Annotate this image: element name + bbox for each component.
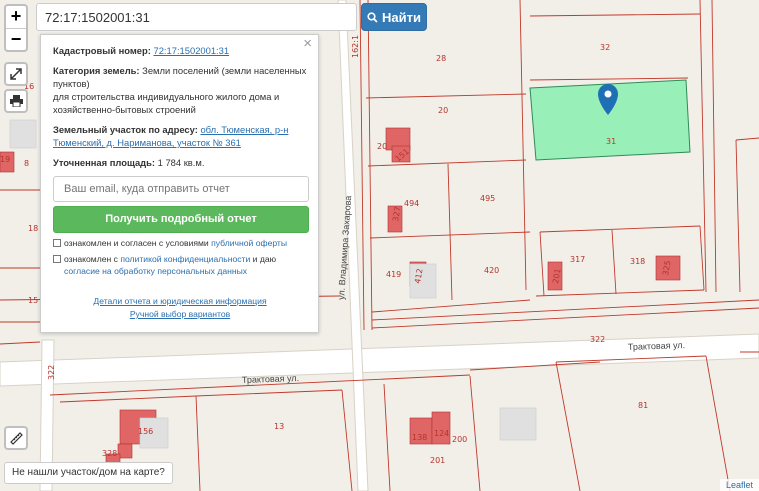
parcel-label: 18 bbox=[28, 224, 38, 233]
category-detail: для строительства индивидуального жилого… bbox=[53, 91, 280, 115]
panel-footer-links: Детали отчета и юридическая информация Р… bbox=[53, 295, 307, 321]
privacy-consent-text: ознакомлен с политикой конфиденциальност… bbox=[64, 254, 277, 276]
cadastral-label: Кадастровый номер: bbox=[53, 45, 151, 56]
parcel-label: 494 bbox=[404, 199, 419, 208]
parcel-label: 138 bbox=[412, 433, 427, 442]
parcel-label: 162:1 bbox=[351, 35, 360, 58]
parcel-label: 15 bbox=[28, 296, 38, 305]
address-row: Земельный участок по адресу: обл. Тюменс… bbox=[53, 123, 307, 149]
parcel-label: 19 bbox=[0, 155, 10, 164]
parcel-label: 32 bbox=[600, 43, 610, 52]
parcel-label: 28 bbox=[436, 54, 446, 63]
search-input[interactable] bbox=[36, 3, 357, 31]
offer-consent-text: ознакомлен и согласен с условиями публич… bbox=[64, 238, 288, 248]
privacy-checkbox[interactable] bbox=[53, 255, 61, 263]
privacy-policy-link[interactable]: политикой конфиденциальности bbox=[120, 254, 250, 264]
parcel-label: 322 bbox=[47, 365, 56, 380]
search-button[interactable]: Найти bbox=[361, 3, 427, 31]
parcel-label: 156 bbox=[138, 427, 153, 436]
cadastral-number-row: Кадастровый номер: 72:17:1502001:31 bbox=[53, 44, 307, 57]
report-details-link[interactable]: Детали отчета и юридическая информация bbox=[53, 295, 307, 308]
parcel-info-panel: × Кадастровый номер: 72:17:1502001:31 Ка… bbox=[40, 34, 319, 333]
data-processing-link[interactable]: согласие на обработку персональных данны… bbox=[64, 266, 247, 276]
parcel-label: 328 bbox=[102, 449, 117, 458]
parcel-label: 317 bbox=[570, 255, 585, 264]
parcel-label: 124 bbox=[434, 429, 449, 438]
parcel-label: 200 bbox=[452, 435, 467, 444]
area-value: 1 784 кв.м. bbox=[157, 157, 205, 168]
parcel-label: 420 bbox=[484, 266, 499, 275]
cadastral-number-link[interactable]: 72:17:1502001:31 bbox=[153, 45, 229, 56]
address-label: Земельный участок по адресу: bbox=[53, 124, 198, 135]
email-field[interactable] bbox=[53, 176, 309, 202]
street-label: Трактовая ул. bbox=[242, 373, 300, 385]
parcel-label: 20 bbox=[438, 106, 448, 115]
parcel-label: 322 bbox=[590, 335, 605, 344]
expand-icon bbox=[10, 68, 22, 80]
leaflet-attribution-link[interactable]: Leaflet bbox=[719, 479, 759, 491]
land-category-row: Категория земель: Земли поселений (земли… bbox=[53, 64, 307, 116]
category-label: Категория земель: bbox=[53, 65, 140, 76]
parcel-label: 495 bbox=[480, 194, 495, 203]
close-icon[interactable]: × bbox=[303, 36, 312, 51]
printer-icon bbox=[9, 95, 23, 107]
print-button[interactable] bbox=[4, 89, 28, 113]
parcel-label: 8 bbox=[24, 159, 29, 168]
search-icon bbox=[367, 11, 378, 23]
area-label: Уточненная площадь: bbox=[53, 157, 156, 168]
offer-checkbox[interactable] bbox=[53, 239, 61, 247]
street-label: Трактовая ул. bbox=[628, 340, 686, 352]
area-row: Уточненная площадь: 1 784 кв.м. bbox=[53, 156, 307, 169]
get-report-button[interactable]: Получить подробный отчет bbox=[53, 206, 309, 233]
zoom-in-button[interactable]: + bbox=[6, 6, 26, 28]
parcel-label: 419 bbox=[386, 270, 401, 279]
parcel-label: 13 bbox=[274, 422, 284, 431]
offer-consent-row: ознакомлен и согласен с условиями публич… bbox=[53, 237, 307, 249]
not-found-button[interactable]: Не нашли участок/дом на карте? bbox=[4, 462, 173, 484]
privacy-consent-row: ознакомлен с политикой конфиденциальност… bbox=[53, 253, 307, 277]
manual-selection-link[interactable]: Ручной выбор вариантов bbox=[53, 308, 307, 321]
ruler-icon bbox=[9, 431, 23, 445]
parcel-label: 31 bbox=[606, 137, 616, 146]
zoom-out-button[interactable]: − bbox=[6, 28, 26, 50]
parcel-label: 81 bbox=[638, 401, 648, 410]
ruler-button[interactable] bbox=[4, 426, 28, 450]
public-offer-link[interactable]: публичной оферты bbox=[211, 238, 287, 248]
search-button-label: Найти bbox=[382, 9, 421, 25]
parcel-label: 201 bbox=[430, 456, 445, 465]
parcel-label: 20 bbox=[377, 142, 387, 151]
fullscreen-button[interactable] bbox=[4, 62, 28, 86]
parcel-label: 318 bbox=[630, 257, 645, 266]
zoom-control: + − bbox=[4, 4, 28, 52]
